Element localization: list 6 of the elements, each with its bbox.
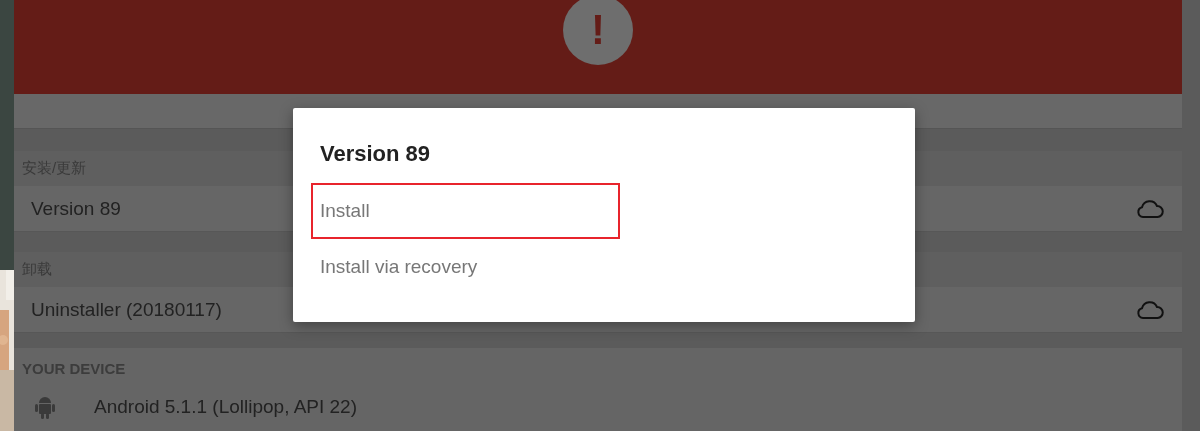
alert-icon: !	[563, 0, 633, 65]
dialog-option[interactable]: Install	[311, 183, 620, 239]
android-icon	[34, 395, 56, 419]
os-version: Android 5.1.1 (Lollipop, API 22)	[94, 396, 357, 418]
cloud-icon	[1136, 198, 1164, 219]
cloud-icon	[1136, 299, 1164, 320]
